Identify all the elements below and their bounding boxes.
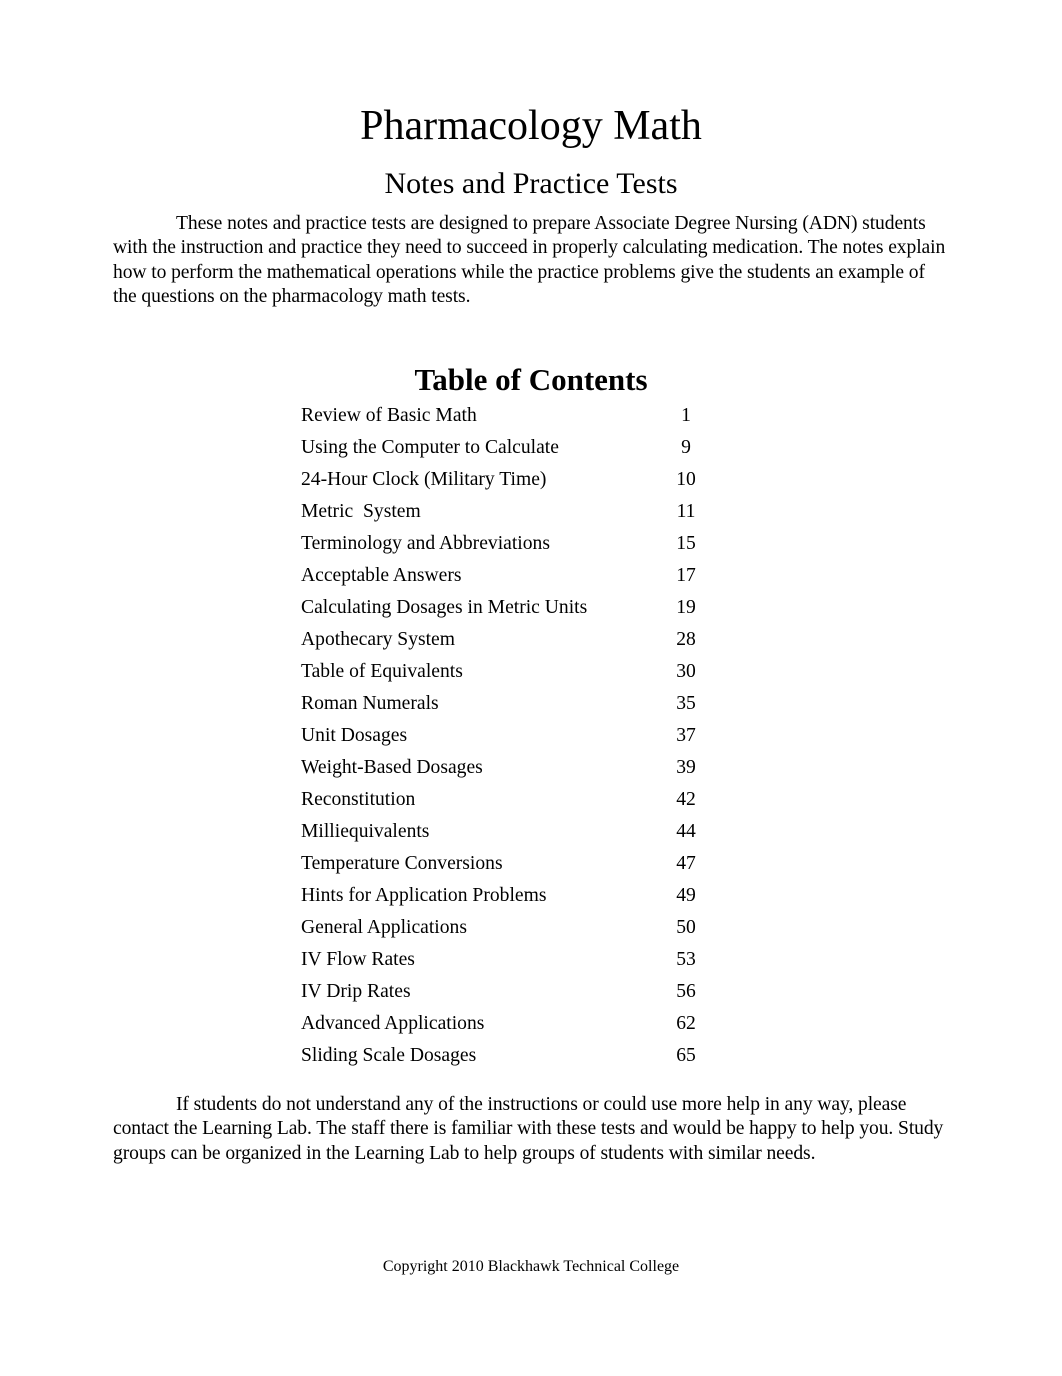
toc-entry-page: 30 [676,661,696,682]
toc-entry[interactable]: Reconstitution 42 [301,786,721,818]
toc-entry-label: Acceptable Answers [301,565,462,586]
toc-entry[interactable]: Sliding Scale Dosages 65 [301,1042,721,1074]
toc-entry[interactable]: IV Flow Rates 53 [301,946,721,978]
toc-entry-page: 37 [676,725,696,746]
toc-entry-label: Temperature Conversions [301,853,503,874]
toc-entry-label: Roman Numerals [301,693,439,714]
toc-entry[interactable]: Table of Equivalents 30 [301,658,721,690]
toc-entry[interactable]: IV Drip Rates 56 [301,978,721,1010]
toc-entry-label: Terminology and Abbreviations [301,533,550,554]
toc-entry-page: 56 [676,981,696,1002]
toc-entry-label: Apothecary System [301,629,455,650]
toc-entry[interactable]: General Applications 50 [301,914,721,946]
toc-entry-label: IV Flow Rates [301,949,415,970]
table-of-contents: Review of Basic Math 1 Using the Computer… [301,402,721,1074]
toc-entry-label: Review of Basic Math [301,405,477,426]
toc-entry-label: Using the Computer to Calculate [301,437,559,458]
toc-entry-page: 17 [676,565,696,586]
toc-entry-page: 35 [676,693,696,714]
toc-entry-page: 65 [676,1045,696,1066]
toc-entry-label: Table of Equivalents [301,661,463,682]
toc-entry[interactable]: 24-Hour Clock (Military Time) 10 [301,466,721,498]
toc-entry-label: IV Drip Rates [301,981,411,1002]
toc-entry-label: Milliequivalents [301,821,430,842]
outro-paragraph: If students do not understand any of the… [113,1094,944,1164]
toc-entry-page: 19 [676,597,696,618]
toc-entry[interactable]: Milliequivalents 44 [301,818,721,850]
toc-entry-page: 11 [676,501,696,522]
toc-entry-label: Advanced Applications [301,1013,485,1034]
document-title: Pharmacology Math [360,103,702,149]
toc-entry-page: 49 [676,885,696,906]
toc-entry-label: Hints for Application Problems [301,885,547,906]
toc-entry-label: General Applications [301,917,467,938]
toc-entry[interactable]: Hints for Application Problems 49 [301,882,721,914]
toc-entry[interactable]: Using the Computer to Calculate 9 [301,434,721,466]
toc-entry[interactable]: Unit Dosages 37 [301,722,721,754]
toc-entry-page: 39 [676,757,696,778]
copyright-footer: Copyright 2010 Blackhawk Technical Colle… [382,1258,680,1275]
toc-heading: Table of Contents [414,362,648,397]
toc-entry-label: Calculating Dosages in Metric Units [301,597,588,618]
toc-entry[interactable]: Calculating Dosages in Metric Units 19 [301,594,721,626]
document-subtitle: Notes and Practice Tests [384,167,678,200]
toc-entry-label: Weight-Based Dosages [301,757,483,778]
toc-entry-page: 53 [676,949,696,970]
intro-paragraph: These notes and practice tests are desig… [113,213,946,308]
toc-entry-page: 1 [681,405,691,426]
toc-entry[interactable]: Acceptable Answers 17 [301,562,721,594]
toc-entry-label: Sliding Scale Dosages [301,1045,477,1066]
toc-entry[interactable]: Advanced Applications 62 [301,1010,721,1042]
toc-entry-page: 42 [676,789,696,810]
toc-entry[interactable]: Metric System 11 [301,498,721,530]
toc-entry-label: Unit Dosages [301,725,408,746]
toc-entry-page: 15 [676,533,696,554]
toc-entry[interactable]: Temperature Conversions 47 [301,850,721,882]
toc-entry-page: 28 [676,629,696,650]
toc-entry-label: 24-Hour Clock (Military Time) [301,469,547,490]
toc-entry-page: 62 [676,1013,696,1034]
toc-entry-page: 50 [676,917,696,938]
toc-entry-page: 44 [676,821,696,842]
toc-entry[interactable]: Roman Numerals 35 [301,690,721,722]
toc-entry-page: 9 [681,437,691,458]
toc-entry-page: 47 [676,853,696,874]
toc-entry[interactable]: Apothecary System 28 [301,626,721,658]
toc-entry-label: Metric System [301,501,421,522]
toc-entry[interactable]: Terminology and Abbreviations 15 [301,530,721,562]
toc-entry[interactable]: Weight-Based Dosages 39 [301,754,721,786]
toc-entry-page: 10 [676,469,696,490]
toc-entry[interactable]: Review of Basic Math 1 [301,402,721,434]
toc-entry-label: Reconstitution [301,789,416,810]
